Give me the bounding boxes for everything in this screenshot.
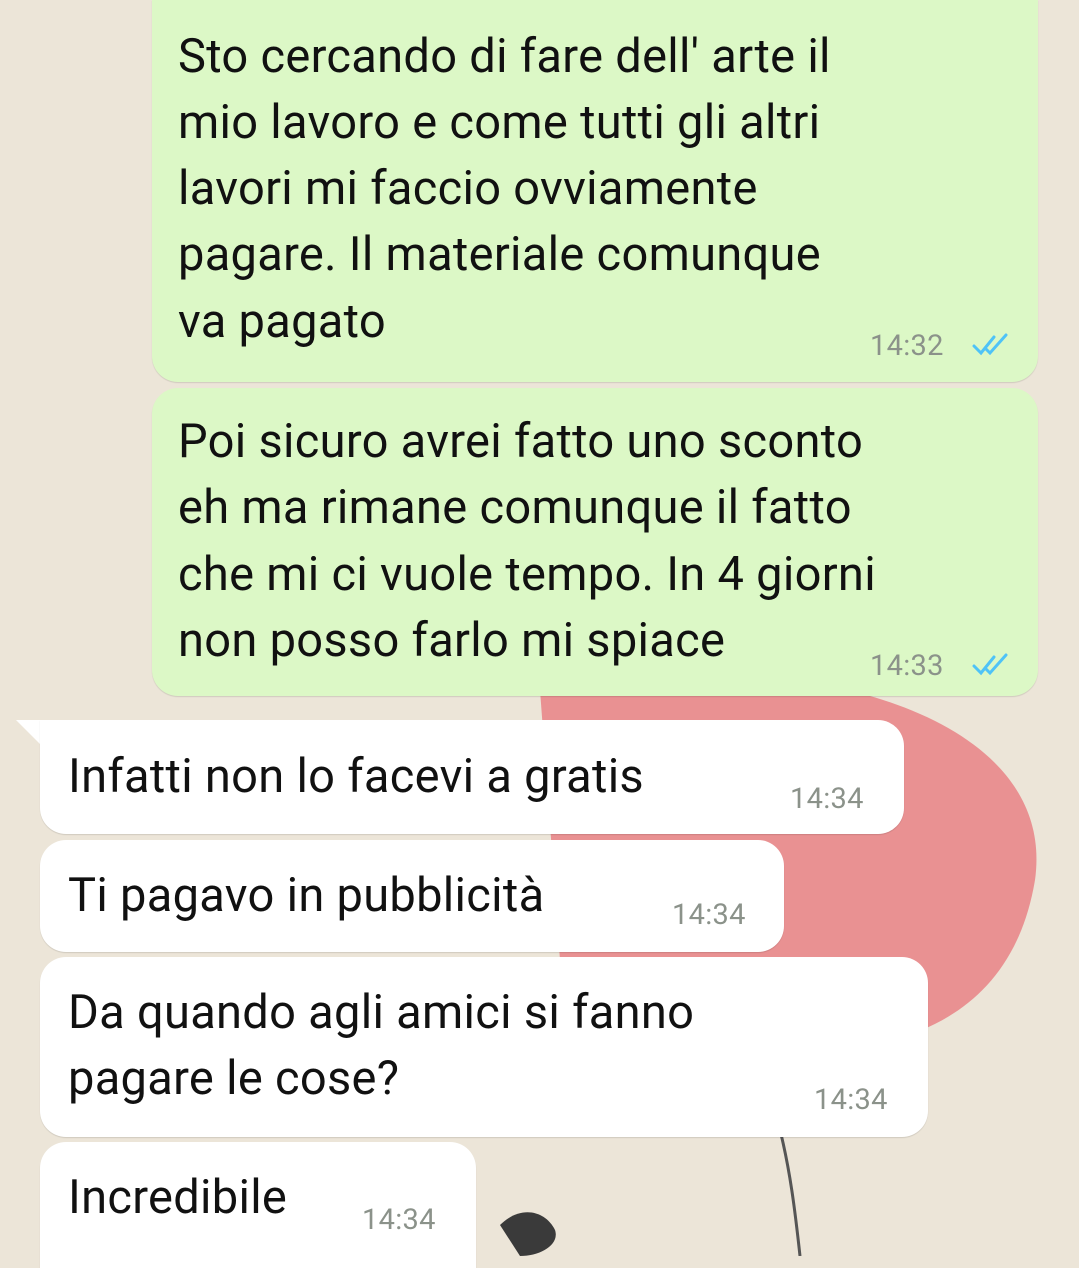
message-bubble-outgoing[interactable]: Sto cercando di fare dell' arte il mio l…: [152, 0, 1038, 382]
message-text-line: Da quando agli amici si fanno: [68, 985, 695, 1040]
message-bubble-incoming[interactable]: Incredibile 14:34: [40, 1142, 476, 1268]
message-text-line: pagare le cose?: [68, 1051, 400, 1106]
message-timestamp: 14:34: [362, 1203, 436, 1237]
message-bubble-incoming[interactable]: Da quando agli amici si fanno pagare le …: [40, 957, 928, 1137]
double-check-read-icon: [972, 333, 1008, 356]
double-check-read-icon: [972, 653, 1008, 676]
message-text-line: non posso farlo mi spiace: [178, 613, 726, 668]
message-timestamp: 14:33: [870, 649, 944, 683]
message-text-line: Ti pagavo in pubblicità: [68, 868, 545, 923]
message-bubble-incoming[interactable]: Ti pagavo in pubblicità 14:34: [40, 840, 784, 952]
message-text-line: che mi ci vuole tempo. In 4 giorni: [178, 547, 876, 602]
message-timestamp: 14:34: [790, 782, 864, 816]
message-text-line: Infatti non lo facevi a gratis: [68, 749, 644, 804]
message-timestamp: 14:32: [870, 329, 944, 363]
message-text-line: Poi sicuro avrei fatto uno sconto: [178, 414, 864, 469]
message-text-line: Incredibile: [68, 1170, 288, 1225]
message-text-line: eh ma rimane comunque il fatto: [178, 480, 852, 535]
message-text-line: mio lavoro e come tutti gli altri: [178, 95, 821, 150]
message-bubble-outgoing[interactable]: Poi sicuro avrei fatto uno sconto eh ma …: [152, 388, 1038, 696]
message-text-line: pagare. Il materiale comunque: [178, 227, 821, 282]
message-text-line: Sto cercando di fare dell' arte il: [178, 29, 831, 84]
message-text-line: lavori mi faccio ovviamente: [178, 161, 758, 216]
message-text-line: va pagato: [178, 294, 386, 349]
message-bubble-incoming[interactable]: Infatti non lo facevi a gratis 14:34: [40, 720, 904, 834]
message-timestamp: 14:34: [672, 898, 746, 932]
message-timestamp: 14:34: [814, 1083, 888, 1117]
